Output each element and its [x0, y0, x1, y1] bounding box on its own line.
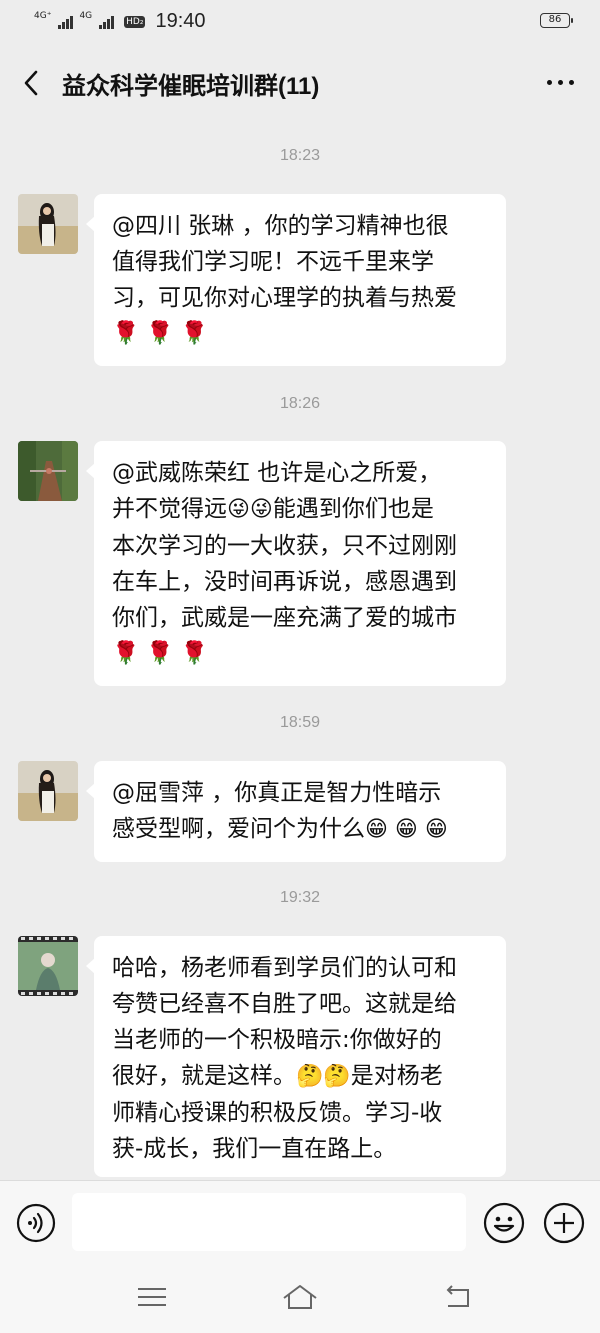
- message-line: @四川 张琳 ，你的学习精神也很: [112, 213, 449, 239]
- wink-emoji: 😜😜: [227, 497, 273, 522]
- timestamp: 18:59: [279, 714, 321, 731]
- timestamp: 18:23: [279, 147, 321, 164]
- message-line: 习，可见你对心理学的执着与热爱: [112, 285, 457, 311]
- message-text: 是对杨老: [350, 1063, 443, 1089]
- message-bubble[interactable]: @武威陈荣红 也许是心之所爱， 并不觉得远😜😜能遇到你们也是 本次学习的一大收获…: [86, 441, 506, 686]
- message-line: 很好，就是这样。🤔🤔是对杨老: [112, 1058, 488, 1095]
- message-text: 能遇到你们也是: [272, 496, 434, 522]
- message-bubble[interactable]: 哈哈，杨老师看到学员们的认可和 夸赞已经喜不自胜了吧。这就是给 当老师的一个积极…: [86, 936, 506, 1177]
- message-line: 哈哈，杨老师看到学员们的认可和: [112, 955, 457, 981]
- signal-icon-2: [99, 15, 115, 29]
- message-line: @武威陈荣红 也许是心之所爱，: [112, 460, 442, 486]
- message-text: 很好，就是这样。: [112, 1063, 296, 1089]
- message-text: 并不觉得远: [112, 496, 227, 522]
- message-line: 当老师的一个积极暗示:你做好的: [112, 1027, 442, 1053]
- message-line: 夸赞已经喜不自胜了吧。这就是给: [112, 991, 457, 1017]
- message-bubble[interactable]: @四川 张琳 ，你的学习精神也很 值得我们学习呢！不远千里来学 习，可见你对心理…: [86, 194, 506, 366]
- message-line: 获-成长，我们一直在路上。: [112, 1136, 397, 1162]
- emoji-icon[interactable]: [482, 1201, 526, 1245]
- message-line: @屈雪萍 ，你真正是智力性暗示: [112, 780, 442, 806]
- home-icon[interactable]: [280, 1280, 320, 1314]
- chat-header: 益众科学催眠培训群(11): [0, 46, 600, 120]
- more-dots-icon[interactable]: [547, 80, 574, 85]
- voice-icon[interactable]: [16, 1203, 56, 1243]
- rose-emoji: 🌹 🌹 🌹: [112, 321, 209, 346]
- message-line: 本次学习的一大收获，只不过刚刚: [112, 533, 457, 559]
- avatar[interactable]: [18, 194, 78, 254]
- timestamp: 19:32: [279, 889, 321, 906]
- clock: 19:40: [155, 10, 206, 32]
- battery-icon: 86: [540, 13, 573, 28]
- message-line: 感受型啊，爱问个为什么😁 😁 😁: [112, 811, 488, 848]
- network-type-1: 4G⁺: [34, 10, 52, 21]
- message-line: 师精心授课的积极反馈。学习-收: [112, 1100, 443, 1126]
- chevron-left-icon[interactable]: [18, 66, 46, 100]
- back-nav-icon[interactable]: [438, 1280, 478, 1314]
- avatar[interactable]: [18, 441, 78, 501]
- message-line: 在车上，没时间再诉说，感恩遇到: [112, 569, 457, 595]
- status-bar: 4G⁺ 4G HD₂ 19:40 86: [0, 0, 600, 46]
- network-type-2: 4G: [79, 10, 93, 21]
- menu-icon[interactable]: [132, 1280, 172, 1314]
- chat-title: 益众科学催眠培训群(11): [62, 73, 320, 100]
- signal-icon: [58, 15, 74, 29]
- status-left: 4G⁺ 4G HD₂ 19:40: [34, 10, 206, 33]
- grin-emoji: 😁 😁 😁: [365, 817, 448, 842]
- message-line: 值得我们学习呢！不远千里来学: [112, 249, 434, 275]
- avatar[interactable]: [18, 936, 78, 996]
- avatar[interactable]: [18, 761, 78, 821]
- timestamp: 18:26: [279, 395, 321, 412]
- input-bar: [0, 1180, 600, 1267]
- system-nav-bar: [0, 1266, 600, 1333]
- message-bubble[interactable]: @屈雪萍 ，你真正是智力性暗示 感受型啊，爱问个为什么😁 😁 😁: [86, 761, 506, 862]
- rose-emoji: 🌹 🌹 🌹: [112, 641, 209, 666]
- hd-badge: HD₂: [124, 15, 146, 28]
- message-input[interactable]: [72, 1193, 466, 1251]
- message-text: 感受型啊，爱问个为什么: [112, 816, 365, 842]
- message-line: 并不觉得远😜😜能遇到你们也是: [112, 491, 488, 528]
- plus-icon[interactable]: [542, 1201, 586, 1245]
- message-line: 你们，武威是一座充满了爱的城市: [112, 605, 457, 631]
- thinking-emoji: 🤔🤔: [296, 1064, 351, 1089]
